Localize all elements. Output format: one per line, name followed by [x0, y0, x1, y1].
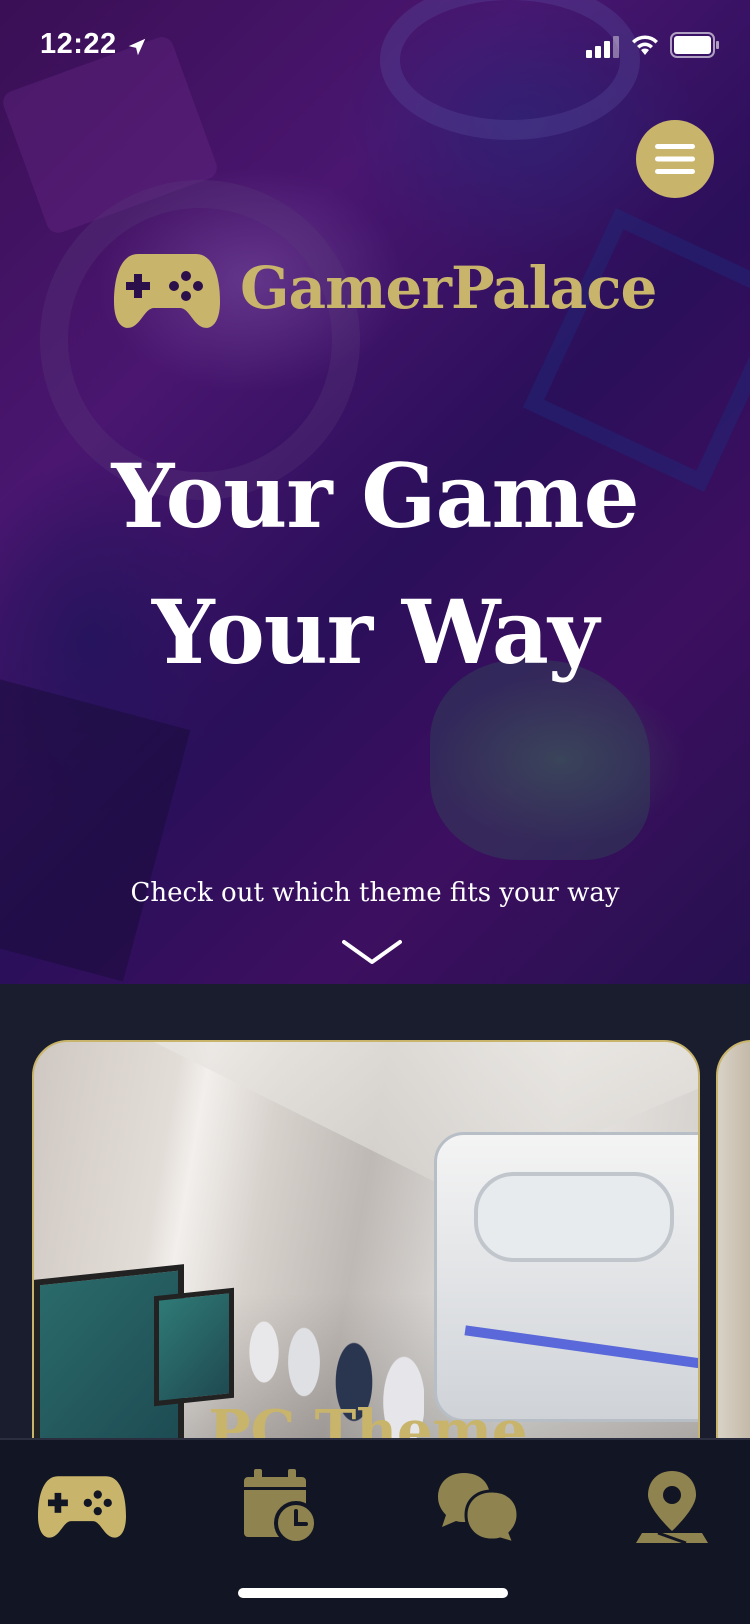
hero-bg-shape	[0, 678, 191, 982]
headline-line-2: Your Way	[151, 580, 599, 684]
tab-booking[interactable]	[230, 1462, 330, 1552]
brand-name: GamerPalace	[240, 254, 657, 322]
brand-logo[interactable]: GamerPalace	[114, 250, 657, 340]
wifi-icon	[632, 35, 658, 55]
menu-button[interactable]	[636, 120, 714, 198]
map-pin-icon	[636, 1471, 708, 1545]
home-indicator[interactable]	[238, 1588, 508, 1598]
gamepad-icon	[38, 1476, 126, 1538]
status-bar: 12:22	[0, 0, 750, 90]
chevron-down-icon[interactable]	[342, 938, 402, 966]
status-time: 12:22	[40, 28, 117, 60]
theme-card-next[interactable]	[716, 1040, 750, 1440]
calendar-clock-icon	[244, 1469, 318, 1545]
card-image-pod-window	[474, 1172, 674, 1262]
hamburger-menu-icon	[655, 144, 695, 174]
theme-card-title: PC Theme	[208, 1398, 528, 1440]
location-arrow-icon	[128, 38, 146, 56]
theme-card[interactable]: PC Theme	[32, 1040, 700, 1440]
tab-location[interactable]	[622, 1462, 722, 1552]
battery-icon	[670, 32, 719, 58]
gamepad-icon	[114, 254, 220, 328]
tab-bar	[0, 1438, 750, 1624]
headline-line-1: Your Game	[111, 444, 639, 548]
hero-headline: Your Game Your Way	[0, 428, 750, 700]
card-image-monitor	[154, 1287, 234, 1407]
chat-bubbles-icon	[438, 1473, 520, 1545]
cellular-signal-icon	[586, 36, 619, 58]
hero-subline: Check out which theme fits your way	[130, 878, 620, 908]
hero-section: 12:22 GamerPalace Your Game Your Way Che…	[0, 0, 750, 984]
tab-chat[interactable]	[428, 1462, 528, 1552]
theme-carousel[interactable]: PC Theme	[0, 984, 750, 1440]
tab-games[interactable]	[32, 1462, 132, 1552]
